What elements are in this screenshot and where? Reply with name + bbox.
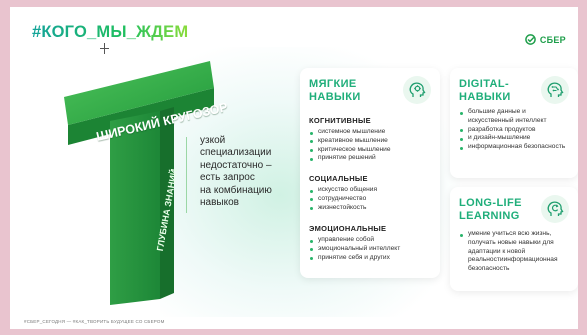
list-item: управление собой bbox=[309, 236, 400, 245]
digital-skills-card: DIGITAL- НАВЫКИ большие данные и искусст… bbox=[450, 68, 578, 178]
sber-logo-text: СБЕР bbox=[539, 34, 566, 45]
footer-hashtags: #СБЕР_СЕГОДНЯ — #КАК_ТВОРИТЬ БУДУЩЕЕ СО … bbox=[24, 319, 165, 324]
page-title: #КОГО_МЫ_ЖДЕМ bbox=[32, 23, 189, 41]
social-heading: СОЦИАЛЬНЫЕ bbox=[309, 174, 368, 183]
emotional-heading: ЭМОЦИОНАЛЬНЫЕ bbox=[309, 224, 387, 233]
list-item: информационная безопасность bbox=[459, 143, 571, 152]
list-item: принятие решений bbox=[309, 154, 391, 163]
long-life-title: LONG-LIFE LEARNING bbox=[459, 197, 522, 222]
list-item: принятие себя и других bbox=[309, 254, 400, 263]
mouse-cursor-icon bbox=[100, 43, 109, 54]
description-divider bbox=[186, 137, 187, 213]
list-item: сотрудничество bbox=[309, 195, 377, 204]
soft-skills-title: МЯГКИЕ НАВЫКИ bbox=[309, 78, 361, 103]
long-life-learning-card: LONG-LIFE LEARNING умение учиться всю жи… bbox=[450, 187, 578, 291]
soft-skills-card: МЯГКИЕ НАВЫКИ КОГНИТИВНЫЕ системное мышл… bbox=[300, 68, 440, 278]
emotional-list: управление собой эмоциональный интеллект… bbox=[309, 236, 400, 262]
sber-logo: СБЕР bbox=[524, 34, 566, 45]
slide: #КОГО_МЫ_ЖДЕМ СБЕР ШИРОКИЙ КРУГОЗОР ГЛУБ… bbox=[10, 7, 578, 329]
description-text: узкой специализации недостаточно – есть … bbox=[200, 135, 272, 209]
list-item: большие данные и искусственный интеллект bbox=[459, 108, 571, 126]
sber-logo-icon bbox=[524, 34, 536, 45]
list-item: умение учиться всю жизнь, получать новые… bbox=[459, 230, 571, 274]
cognitive-heading: КОГНИТИВНЫЕ bbox=[309, 116, 371, 125]
list-item: системное мышление bbox=[309, 128, 391, 137]
list-item: искусство общения bbox=[309, 186, 377, 195]
list-item: и дизайн-мышление bbox=[459, 134, 571, 143]
digital-skills-list: большие данные и искусственный интеллект… bbox=[459, 108, 571, 152]
digital-skills-title: DIGITAL- НАВЫКИ bbox=[459, 78, 511, 103]
cognitive-list: системное мышление креативное мышление к… bbox=[309, 128, 391, 163]
list-item: креативное мышление bbox=[309, 137, 391, 146]
list-item: жизнестойкость bbox=[309, 204, 377, 213]
long-life-list: умение учиться всю жизнь, получать новые… bbox=[459, 230, 571, 274]
head-refresh-icon bbox=[541, 195, 569, 223]
list-item: эмоциональный интеллект bbox=[309, 245, 400, 254]
t-shape-graphic bbox=[64, 61, 214, 305]
social-list: искусство общения сотрудничество жизнест… bbox=[309, 186, 377, 212]
head-circuit-icon bbox=[541, 76, 569, 104]
head-gear-icon bbox=[403, 76, 431, 104]
